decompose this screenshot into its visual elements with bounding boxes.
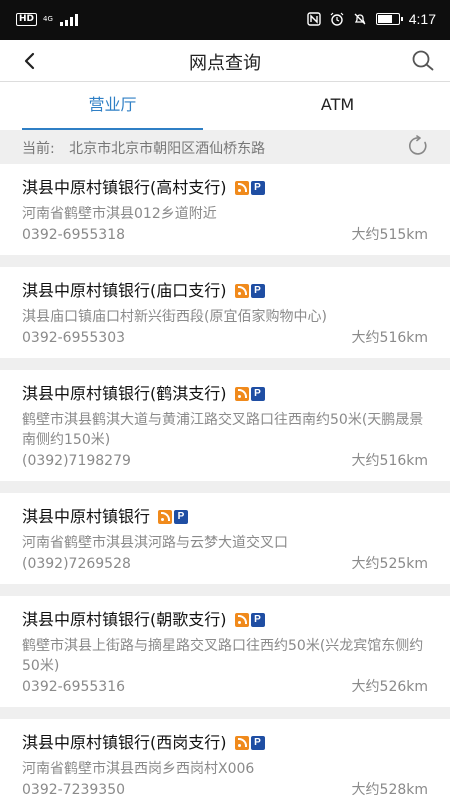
branch-meta: 0392-6955303 大约516km [22,328,428,348]
branch-name: 淇县中原村镇银行(朝歌支行) [22,610,227,629]
branch-phone[interactable]: 0392-6955303 [22,328,125,348]
current-location-bar: 当前: 北京市北京市朝阳区酒仙桥东路 [0,130,450,164]
branch-name-row: 淇县中原村镇银行 P [22,505,428,529]
branch-name-row: 淇县中原村镇银行(鹤淇支行) P [22,382,428,406]
parking-icon: P [174,510,189,524]
branch-name-row: 淇县中原村镇银行(高村支行) P [22,176,428,200]
branch-address: 鹤壁市淇县鹤淇大道与黄浦江路交叉路口往西南约50米(天鹏晟景南侧约150米) [22,412,424,448]
tab-business-hall[interactable]: 营业厅 [0,82,225,130]
tab-bar: 营业厅 ATM [0,82,450,130]
rss-icon [234,181,249,195]
mute-icon [354,13,366,25]
page-title: 网点查询 [189,53,261,74]
branch-name: 淇县中原村镇银行(庙口支行) [22,281,227,300]
branch-distance: 大约526km [351,679,428,695]
branch-distance: 大约516km [351,330,428,346]
parking-icon: P [250,181,265,195]
branch-distance: 大约515km [351,227,428,243]
branch-name-row: 淇县中原村镇银行(庙口支行) P [22,279,428,303]
service-badges: P [234,613,265,627]
branch-phone[interactable]: 0392-6955318 [22,225,125,245]
branch-address: 河南省鹤壁市淇县西岗乡西岗村X006 [22,761,255,777]
parking-icon: P [250,736,265,750]
branch-address: 淇县庙口镇庙口村新兴街西段(原宜佰家购物中心) [22,309,327,325]
service-badges: P [158,510,189,524]
nav-bar: 网点查询 [0,40,450,82]
parking-icon: P [250,613,265,627]
branch-card[interactable]: 淇县中原村镇银行(鹤淇支行) P 鹤壁市淇县鹤淇大道与黄浦江路交叉路口往西南约50米… [0,370,450,481]
branch-meta: 0392-7239350 大约528km [22,780,428,800]
status-bar: HD 4G 4:17 [0,0,450,40]
branch-address: 河南省鹤壁市淇县012乡道附近 [22,206,217,222]
branch-name: 淇县中原村镇银行(西岗支行) [22,733,227,752]
branch-distance: 大约525km [351,556,428,572]
branch-meta: (0392)7198279 大约516km [22,451,428,471]
branch-phone[interactable]: 0392-7239350 [22,780,125,800]
tab-label: ATM [320,95,355,114]
tab-atm[interactable]: ATM [225,82,450,130]
refresh-icon[interactable] [408,135,430,157]
branch-name-row: 淇县中原村镇银行(西岗支行) P [22,731,428,755]
branch-card[interactable]: 淇县中原村镇银行(高村支行) P 河南省鹤壁市淇县012乡道附近 0392-69553… [0,164,450,255]
branch-name: 淇县中原村镇银行(高村支行) [22,178,227,197]
battery-icon [375,13,403,25]
branch-phone[interactable]: (0392)7198279 [22,451,131,471]
hd-indicator: HD [16,13,38,26]
rss-icon [234,613,249,627]
rss-icon [158,510,173,524]
rss-icon [234,284,249,298]
branch-card[interactable]: 淇县中原村镇银行(庙口支行) P 淇县庙口镇庙口村新兴街西段(原宜佰家购物中心) 03… [0,267,450,358]
signal-icon [59,13,78,26]
alarm-icon [330,12,344,26]
tab-label: 营业厅 [88,95,137,114]
service-badges: P [234,181,265,195]
branch-name: 淇县中原村镇银行 [22,507,151,526]
branch-meta: (0392)7269528 大约525km [22,554,428,574]
service-badges: P [234,284,265,298]
branch-card[interactable]: 淇县中原村镇银行(朝歌支行) P 鹤壁市淇县上街路与摘星路交叉路口往西约50米(兴龙… [0,596,450,707]
location-prefix: 当前: [22,141,55,157]
branch-distance: 大约516km [351,453,428,469]
branch-phone[interactable]: (0392)7269528 [22,554,131,574]
parking-icon: P [250,387,265,401]
parking-icon: P [250,284,265,298]
branch-name-row: 淇县中原村镇银行(朝歌支行) P [22,608,428,632]
rss-icon [234,736,249,750]
branch-card[interactable]: 淇县中原村镇银行 P 河南省鹤壁市淇县淇河路与云梦大道交叉口 (0392)726952… [0,493,450,584]
branch-meta: 0392-6955316 大约526km [22,677,428,697]
branch-meta: 0392-6955318 大约515km [22,225,428,245]
branch-phone[interactable]: 0392-6955316 [22,677,125,697]
branch-name: 淇县中原村镇银行(鹤淇支行) [22,384,227,403]
branch-list: 淇县中原村镇银行(高村支行) P 河南省鹤壁市淇县012乡道附近 0392-69553… [0,164,450,800]
branch-card[interactable]: 淇县中原村镇银行(西岗支行) P 河南省鹤壁市淇县西岗乡西岗村X006 0392-72… [0,719,450,800]
nfc-icon [307,12,321,26]
branch-address: 河南省鹤壁市淇县淇河路与云梦大道交叉口 [22,535,288,551]
location-address: 北京市北京市朝阳区酒仙桥东路 [69,141,266,157]
branch-address: 鹤壁市淇县上街路与摘星路交叉路口往西约50米(兴龙宾馆东侧约50米) [22,638,424,674]
clock: 4:17 [408,11,436,27]
service-badges: P [234,387,265,401]
rss-icon [234,387,249,401]
branch-distance: 大约528km [351,782,428,798]
search-icon[interactable] [410,48,436,74]
network-type: 4G [43,15,53,23]
service-badges: P [234,736,265,750]
